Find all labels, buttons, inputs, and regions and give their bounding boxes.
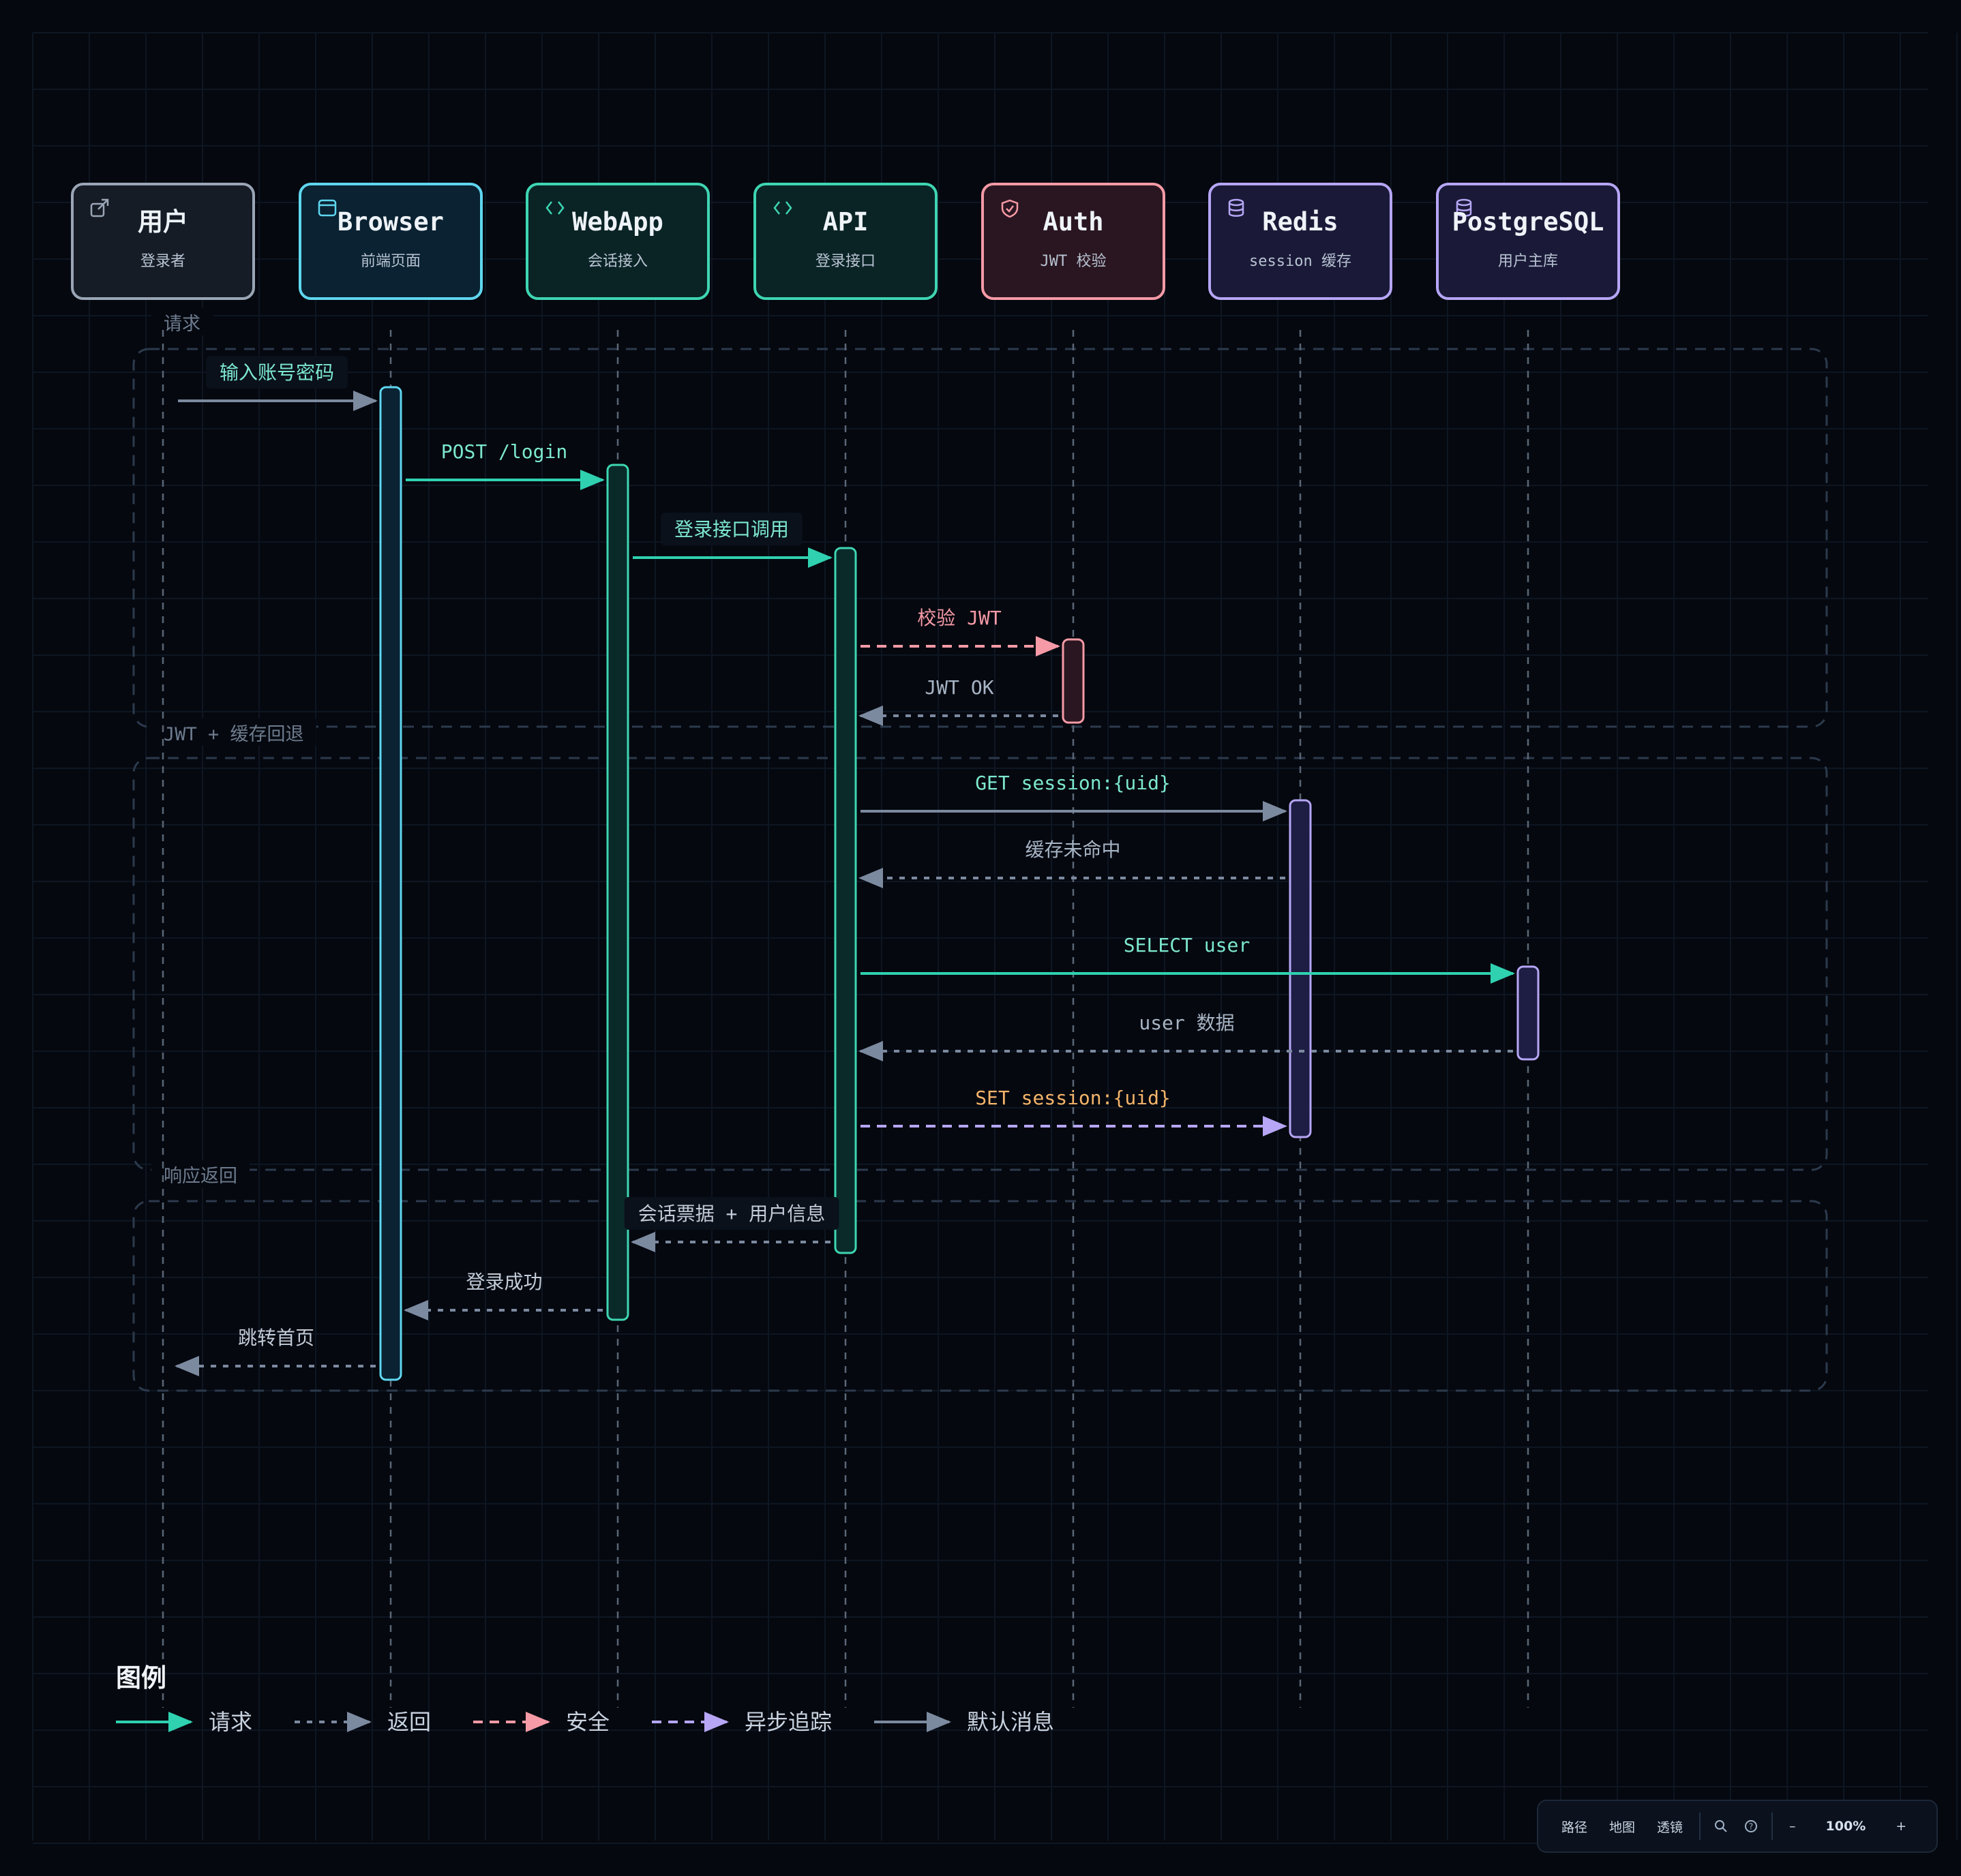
map-view-button[interactable]: 地图 — [1598, 1817, 1646, 1836]
message-label: user 数据 — [1139, 1012, 1234, 1034]
participant-box[interactable] — [1436, 183, 1620, 300]
diagram-canvas: 请求 JWT + 缓存回退 响应返回 用户登录者 Browser 前端页面 WebApp 会话… — [0, 0, 1961, 1876]
path-view-button[interactable]: 路径 — [1551, 1817, 1598, 1836]
participant-subtitle: 登录者 — [140, 253, 185, 270]
participant-postgresql[interactable]: PostgreSQL 用户主库 — [1436, 183, 1620, 300]
message-label: 校验 JWT — [917, 607, 1002, 629]
participant-box[interactable] — [71, 183, 255, 300]
zoom-level: 100% — [1825, 1819, 1866, 1834]
participant-name: Browser — [338, 207, 444, 237]
participant-box[interactable] — [753, 183, 938, 300]
legend-label: 默认消息 — [967, 1709, 1054, 1735]
activation-bar — [1289, 799, 1312, 1138]
participant-subtitle: 登录接口 — [815, 253, 875, 270]
message-label: 输入账号密码 — [220, 361, 334, 384]
participant-name: Auth — [1043, 207, 1103, 237]
message-label: SELECT user — [1124, 934, 1250, 956]
message-label: 会话票据 + 用户信息 — [638, 1202, 826, 1225]
legend-label: 异步追踪 — [745, 1709, 832, 1735]
lens-view-button[interactable]: 透镜 — [1646, 1817, 1694, 1836]
participant-subtitle: 前端页面 — [361, 253, 421, 270]
message-label: POST /login — [441, 440, 567, 463]
participant-redis[interactable]: Redis session 缓存 — [1208, 183, 1392, 300]
activation-bar — [379, 386, 402, 1381]
participant-box[interactable] — [1208, 183, 1392, 300]
participant-name: WebApp — [572, 207, 663, 237]
toolbar-divider — [1699, 1813, 1701, 1840]
group-label: JWT + 缓存回退 — [164, 724, 304, 745]
participant-subtitle: JWT 校验 — [1041, 253, 1107, 270]
participant-name: 用户 — [138, 207, 188, 237]
legend-label: 安全 — [566, 1709, 610, 1735]
participant-api[interactable]: API 登录接口 — [753, 183, 938, 300]
message-label: JWT OK — [925, 676, 993, 699]
participant-name: PostgreSQL — [1452, 207, 1604, 237]
view-toolbar: 路径 地图 透镜 ? – 100% + — [1537, 1800, 1938, 1853]
participant-name: Redis — [1262, 207, 1338, 237]
zoom-out-button[interactable]: – — [1778, 1819, 1807, 1834]
help-icon[interactable]: ? — [1736, 1819, 1766, 1834]
participant-用户[interactable]: 用户登录者 — [71, 183, 255, 300]
activation-bar — [606, 464, 629, 1321]
toolbar-divider — [1771, 1813, 1773, 1840]
participant-auth[interactable]: Auth JWT 校验 — [981, 183, 1165, 300]
svg-text:?: ? — [1749, 1822, 1753, 1832]
activation-bar — [1516, 965, 1540, 1061]
participant-subtitle: 用户主库 — [1498, 253, 1558, 270]
message-label: SET session:{uid} — [975, 1087, 1171, 1109]
participant-browser[interactable]: Browser 前端页面 — [299, 183, 483, 300]
group-label: 响应返回 — [164, 1166, 237, 1187]
activation-bar — [834, 547, 857, 1254]
zoom-in-button[interactable]: + — [1885, 1819, 1917, 1834]
legend-label: 请求 — [209, 1709, 252, 1735]
search-icon[interactable] — [1706, 1819, 1736, 1834]
message-label: GET session:{uid} — [975, 772, 1171, 794]
participant-name: API — [823, 207, 869, 237]
activation-bar — [1062, 638, 1085, 724]
participant-box[interactable] — [526, 183, 710, 300]
message-label: 登录接口调用 — [674, 518, 789, 541]
legend-label: 返回 — [387, 1709, 431, 1735]
group-label: 请求 — [164, 314, 200, 335]
message-label: 缓存未命中 — [1025, 838, 1120, 861]
participants: 用户登录者 Browser 前端页面 WebApp 会话接入 API 登录接口 Auth JWT… — [71, 183, 1620, 300]
participant-subtitle: session 缓存 — [1249, 253, 1351, 270]
message-label: 登录成功 — [466, 1271, 542, 1293]
participant-subtitle: 会话接入 — [588, 253, 648, 270]
message-label: 跳转首页 — [238, 1327, 314, 1349]
sequence-diagram: 请求 JWT + 缓存回退响应返回 用户登录者 Browser 前端页面 WebApp 会话… — [0, 0, 1961, 1876]
legend-title: 图例 — [116, 1663, 166, 1693]
participant-webapp[interactable]: WebApp 会话接入 — [526, 183, 710, 300]
